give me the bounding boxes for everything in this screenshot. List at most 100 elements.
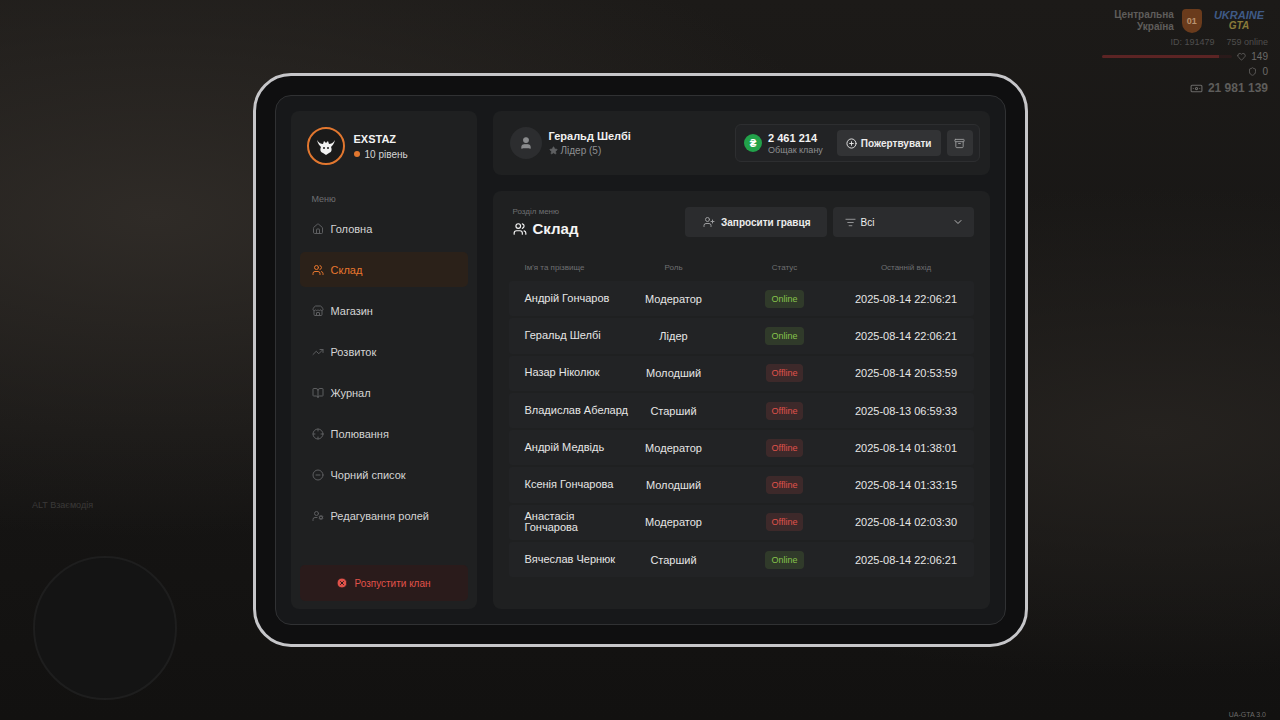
- tablet-screen: EXSTAZ10 рівеньМенюГоловнаСкладМагазинРо…: [275, 95, 1006, 625]
- status-cell: Offline: [715, 513, 855, 531]
- status-cell: Online: [715, 551, 855, 569]
- clan-level: 10 рівень: [354, 149, 408, 160]
- game-screen: Центральна Україна01UKRAINEGTA ID: 191479…: [0, 0, 1280, 720]
- invite-button[interactable]: Запросити гравця: [685, 207, 826, 237]
- box-icon: [954, 138, 965, 149]
- member-name: Назар Ніколюк: [525, 367, 633, 379]
- shield-icon: [1248, 67, 1257, 76]
- table-row[interactable]: Андрій МедвідьМодераторOffline2025-08-14…: [509, 430, 974, 465]
- table-row[interactable]: Анастасія ГончароваМодераторOffline2025-…: [509, 505, 974, 540]
- menu-item-icon: [312, 264, 324, 276]
- sidebar-item[interactable]: Магазин: [300, 293, 468, 328]
- user-text: Геральд Шелбі Лідер (5): [549, 130, 631, 156]
- member-name: Вячеслав Чернюк: [525, 554, 633, 566]
- last-login: 2025-08-14 01:33:15: [855, 479, 958, 491]
- health-stat: 149: [1102, 51, 1268, 62]
- member-role: Молодший: [633, 367, 715, 379]
- server-logo: UKRAINEGTA: [1210, 8, 1268, 33]
- status-badge: Online: [765, 290, 803, 308]
- level-dot: [354, 151, 360, 157]
- action-group: Запросити гравцяВсі: [685, 207, 973, 237]
- heart-icon: [1237, 52, 1246, 61]
- sidebar-item[interactable]: Полювання: [300, 416, 468, 451]
- filter-dropdown[interactable]: Всі: [833, 207, 974, 237]
- member-role: Молодший: [633, 479, 715, 491]
- user-block: Геральд Шелбі Лідер (5): [510, 127, 631, 159]
- member-role: Модератор: [633, 442, 715, 454]
- last-login: 2025-08-14 02:03:30: [855, 516, 958, 528]
- member-name: Геральд Шелбі: [525, 330, 633, 342]
- member-name: Владислав Абелард: [525, 405, 633, 417]
- hud-info: ID: 191479759 online: [1170, 37, 1268, 47]
- server-logo-bottom: GTA: [1229, 21, 1249, 31]
- clan-logo-icon: [314, 134, 338, 158]
- coin-badge: ₴: [744, 134, 762, 152]
- member-role: Старший: [633, 554, 715, 566]
- table-row[interactable]: Геральд ШелбіЛідерOnline2025-08-14 22:06…: [509, 318, 974, 353]
- status-cell: Offline: [715, 439, 855, 457]
- player-id: ID: 191479: [1170, 37, 1214, 47]
- status-badge: Online: [765, 551, 803, 569]
- minimap: [33, 556, 177, 700]
- member-name: Андрій Медвідь: [525, 442, 633, 454]
- status-cell: Online: [715, 327, 855, 345]
- last-login: 2025-08-14 22:06:21: [855, 293, 958, 305]
- armor-stat: 0: [1248, 66, 1268, 77]
- menu-item-icon: [312, 469, 324, 481]
- status-cell: Offline: [715, 364, 855, 382]
- interaction-hint: ALT Взаємодія: [32, 500, 93, 510]
- bank-text: 2 461 214Общак клану: [768, 132, 823, 155]
- storage-button[interactable]: [947, 130, 973, 156]
- table-row[interactable]: Назар НіколюкМолодшийOffline2025-08-14 2…: [509, 356, 974, 391]
- dissolve-clan-button[interactable]: Розпустити клан: [300, 565, 468, 601]
- menu-item-icon: [312, 223, 324, 235]
- chevron-down-icon: [952, 216, 964, 228]
- region-name: Центральна Україна: [1104, 9, 1174, 33]
- tablet: EXSTAZ10 рівеньМенюГоловнаСкладМагазинРо…: [253, 73, 1028, 647]
- user-rank: Лідер (5): [549, 145, 631, 156]
- column-header: Роль: [633, 263, 715, 272]
- bank-amount: 2 461 214: [768, 132, 823, 144]
- filter-icon: [845, 217, 856, 228]
- sidebar-item[interactable]: Склад: [300, 252, 468, 287]
- table-row[interactable]: Андрій ГончаровМодераторOnline2025-08-14…: [509, 281, 974, 316]
- status-cell: Offline: [715, 476, 855, 494]
- sidebar-item[interactable]: Журнал: [300, 375, 468, 410]
- user-plus-icon: [703, 216, 715, 228]
- status-badge: Offline: [766, 364, 804, 382]
- clan-name: EXSTAZ: [354, 133, 408, 145]
- sidebar-item[interactable]: Головна: [300, 211, 468, 246]
- sidebar-item[interactable]: Чорний список: [300, 457, 468, 492]
- donate-button[interactable]: Пожертвувати: [837, 130, 941, 156]
- member-role: Модератор: [633, 516, 715, 528]
- table-header: Ім'я та прізвищеРольСтатусОстанній вхід: [509, 263, 974, 272]
- money-value: 21 981 139: [1208, 81, 1268, 95]
- section-caption: Розділ меню: [513, 207, 579, 216]
- status-cell: Online: [715, 290, 855, 308]
- status-badge: Offline: [766, 513, 804, 531]
- table-row[interactable]: Ксенія ГончароваМолодшийOffline2025-08-1…: [509, 467, 974, 502]
- table-row[interactable]: Владислав АбелардСтаршийOffline2025-08-1…: [509, 393, 974, 428]
- clan-bank: ₴ 2 461 214Общак клану Пожертвувати: [735, 124, 979, 162]
- user-icon: [519, 136, 533, 150]
- armor-value: 0: [1262, 66, 1268, 77]
- menu-item-icon: [312, 346, 324, 358]
- table-row[interactable]: Вячеслав ЧернюкСтаршийOnline2025-08-14 2…: [509, 542, 974, 577]
- user-name: Геральд Шелбі: [549, 130, 631, 142]
- status-cell: Offline: [715, 402, 855, 420]
- clan-info: EXSTAZ 10 рівень: [354, 133, 408, 160]
- last-login: 2025-08-14 22:06:21: [855, 330, 958, 342]
- menu-item-icon: [312, 387, 324, 399]
- menu-item-icon: [312, 510, 324, 522]
- status-badge: Online: [765, 327, 803, 345]
- hud-logos: Центральна Україна01UKRAINEGTA: [1104, 8, 1268, 33]
- status-badge: Offline: [766, 476, 804, 494]
- health-fill: [1102, 55, 1219, 58]
- clan-header: EXSTAZ 10 рівень: [300, 127, 468, 165]
- sidebar-item[interactable]: Редагування ролей: [300, 498, 468, 533]
- star-icon: [549, 146, 558, 155]
- health-track: [1102, 55, 1232, 58]
- sidebar-item[interactable]: Розвиток: [300, 334, 468, 369]
- member-role: Старший: [633, 405, 715, 417]
- member-name: Андрій Гончаров: [525, 293, 633, 305]
